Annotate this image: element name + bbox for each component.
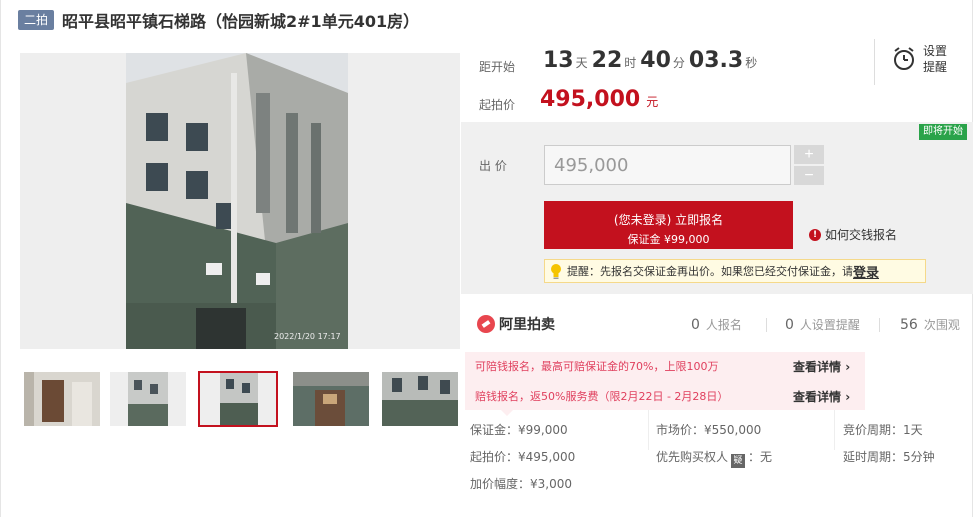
countdown-minutes: 40: [640, 48, 671, 73]
detail-priority-buyer: 优先购买权人疑：无: [656, 448, 772, 468]
brand-name: 阿里拍卖: [499, 317, 555, 333]
main-photo[interactable]: 2022/1/20 17:17: [20, 53, 460, 349]
reminders-stat: 0 人设置提醒: [785, 316, 860, 333]
detail-delay-cycle: 延时周期：5分钟: [843, 450, 935, 464]
register-button-label: (您未登录) 立即报名: [613, 212, 724, 227]
signups-label: 人报名: [705, 318, 742, 332]
promo-details-link-1[interactable]: 查看详情 ›: [793, 358, 850, 375]
countdown-timer: 13 天 22 时 40 分 03.3 秒: [543, 48, 761, 73]
status-badge: 即将开始: [919, 124, 967, 140]
priority-buyer-label: 优先购买权人: [656, 450, 729, 464]
photo-timestamp: 2022/1/20 17:17: [274, 332, 341, 341]
thumbnail-strip: [20, 371, 460, 427]
promo-link-label: 查看详情: [793, 389, 842, 404]
question-icon[interactable]: 疑: [731, 454, 746, 468]
promo-row-1: 可陪钱报名，最高可赔保证金的70%，上限100万 查看详情 ›: [475, 356, 860, 376]
start-price: 495,000 元: [540, 87, 658, 112]
brand-logo: 阿里拍卖: [477, 314, 555, 334]
views-count: 56: [900, 317, 918, 333]
promo-text-1: 可陪钱报名，最高可赔保证金的70%，上限100万: [475, 360, 719, 373]
promo-details-link-2[interactable]: 查看详情 ›: [793, 388, 850, 405]
countdown-label: 距开始: [479, 60, 516, 74]
thumbnail-image: [200, 373, 276, 425]
promo-text-2: 赔钱报名，返50%服务费（限2月22日 - 2月28日）: [475, 390, 729, 403]
views-label: 次围观: [923, 318, 960, 332]
item-title: 昭平县昭平镇石梯路（怡园新城2#1单元401房）: [62, 12, 420, 31]
bid-amount-input[interactable]: [544, 145, 791, 185]
title-row: 二拍 昭平县昭平镇石梯路（怡园新城2#1单元401房）: [18, 8, 419, 32]
thumbnail-image: [293, 372, 369, 426]
decrease-bid-button[interactable]: −: [794, 166, 824, 185]
lightbulb-icon: [551, 264, 561, 279]
detail-deposit: 保证金：¥99,000: [470, 423, 568, 437]
promo-pointer: [501, 410, 513, 416]
building-photo: [126, 53, 348, 349]
alarm-clock-icon: [894, 47, 914, 70]
detail-increment: 加价幅度：¥3,000: [470, 477, 572, 491]
start-price-value: 495,000: [540, 87, 641, 112]
set-reminder-label: 设置提醒: [923, 44, 948, 74]
promo-link-label: 查看详情: [793, 359, 842, 374]
tip-text: 提醒：先报名交保证金再出价。如果您已经交付保证金，请: [567, 265, 853, 278]
login-link[interactable]: 登录: [853, 262, 879, 281]
detail-bid-cycle: 竞价周期：1天: [843, 423, 923, 437]
increase-bid-button[interactable]: +: [794, 145, 824, 164]
countdown-hours-unit: 时: [624, 56, 637, 70]
bid-label: 出 价: [479, 159, 507, 173]
auction-hammer-icon: [477, 315, 495, 333]
set-reminder-button[interactable]: 设置提醒: [891, 43, 951, 75]
thumbnail-3-active[interactable]: [198, 371, 278, 427]
bid-stepper: + −: [794, 145, 824, 187]
thumbnail-5[interactable]: [382, 372, 458, 426]
countdown-seconds-unit: 秒: [745, 56, 758, 70]
thumbnail-2[interactable]: [110, 372, 186, 426]
how-to-pay-link[interactable]: ! 如何交钱报名: [809, 226, 897, 243]
thumbnail-image: [382, 372, 458, 426]
start-price-label: 起拍价: [479, 98, 516, 112]
zoom-button[interactable]: [434, 325, 456, 347]
views-stat: 56 次围观: [900, 316, 960, 333]
priority-buyer-value: ：无: [748, 450, 773, 464]
start-price-unit: 元: [646, 95, 659, 109]
divider: [879, 318, 880, 332]
divider: [874, 39, 875, 85]
divider: [834, 410, 835, 450]
divider: [648, 410, 649, 450]
bid-panel: 即将开始 出 价 + − (您未登录) 立即报名 保证金 ¥99,000 ! 如…: [461, 122, 973, 294]
round-badge: 二拍: [18, 10, 55, 30]
thumbnail-4[interactable]: [293, 372, 369, 426]
signups-count: 0: [691, 317, 700, 333]
signups-stat: 0 人报名: [691, 316, 742, 333]
reminders-count: 0: [785, 317, 794, 333]
info-icon: !: [809, 228, 821, 241]
register-button[interactable]: (您未登录) 立即报名 保证金 ¥99,000: [544, 201, 793, 249]
countdown-days-unit: 天: [575, 56, 588, 70]
thumbnail-1[interactable]: [24, 372, 100, 426]
login-tip: 提醒：先报名交保证金再出价。如果您已经交付保证金，请 登录: [544, 259, 926, 283]
countdown-minutes-unit: 分: [672, 56, 685, 70]
promo-row-2: 赔钱报名，返50%服务费（限2月22日 - 2月28日） 查看详情 ›: [475, 386, 860, 406]
thumbnail-image: [110, 372, 186, 426]
auction-summary: 距开始 13 天 22 时 40 分 03.3 秒 起拍价 495,000 元 …: [461, 37, 973, 122]
promo-banner: 可陪钱报名，最高可赔保证金的70%，上限100万 查看详情 › 赔钱报名，返50…: [465, 352, 865, 416]
detail-start-price: 起拍价：¥495,000: [470, 450, 576, 464]
stats-row: 阿里拍卖 0 人报名 0 人设置提醒 56 次围观: [461, 294, 973, 352]
countdown-seconds: 03.3: [688, 48, 744, 73]
countdown-days: 13: [543, 48, 574, 73]
thumbnail-image: [24, 372, 100, 426]
divider: [766, 318, 767, 332]
countdown-hours: 22: [591, 48, 623, 73]
how-to-pay-label: 如何交钱报名: [825, 228, 898, 242]
detail-market-price: 市场价：¥550,000: [656, 423, 762, 437]
reminders-label: 人设置提醒: [799, 318, 860, 332]
register-button-deposit: 保证金 ¥99,000: [627, 232, 710, 246]
